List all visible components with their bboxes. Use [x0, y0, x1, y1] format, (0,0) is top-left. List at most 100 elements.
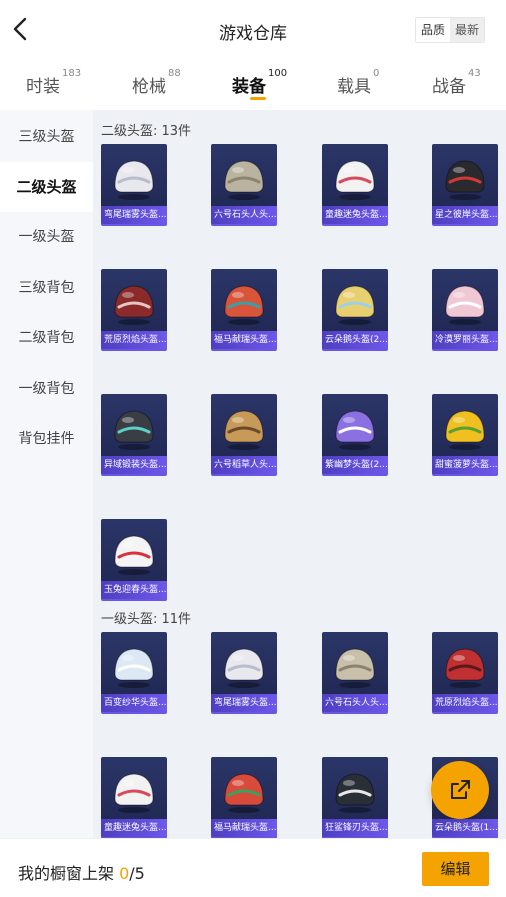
helmet-icon — [224, 648, 264, 688]
item-name: 狂鲨锋刃头盔... — [322, 819, 388, 837]
tab-label: 时装 — [26, 77, 60, 97]
item-card[interactable]: 童趣迷兔头盔... — [101, 757, 167, 837]
helmet-icon — [114, 535, 154, 575]
item-name: 玉兔迎春头盔... — [101, 581, 167, 599]
item-name: 荒原烈焰头盔... — [432, 694, 498, 712]
item-name: 弯尾瑞雾头盔... — [101, 206, 167, 224]
tab-count: 88 — [168, 68, 181, 79]
item-name: 甜蜜菠萝头盔... — [432, 456, 498, 474]
footer: 我的橱窗上架 0/5 编辑 — [0, 838, 506, 897]
item-name: 福马献瑞头盔... — [211, 819, 277, 837]
item-card[interactable]: 甜蜜菠萝头盔... — [432, 394, 498, 474]
showcase-label: 我的橱窗上架 — [18, 864, 120, 883]
showcase-current: 0 — [119, 864, 130, 883]
item-name: 云朵鹅头盔(2... — [322, 331, 388, 349]
tab-equipment[interactable]: 装备100 — [232, 68, 287, 97]
helmet-icon — [224, 285, 264, 325]
helmet-icon — [224, 410, 264, 450]
tab-label: 载具 — [337, 77, 371, 97]
item-card[interactable]: 六号石头人头... — [322, 632, 388, 712]
tab-count: 43 — [468, 68, 481, 79]
item-name: 福马献瑞头盔... — [211, 331, 277, 349]
share-external-icon — [451, 780, 470, 799]
item-card[interactable]: 六号稻草人头... — [211, 394, 277, 474]
item-card[interactable]: 狂鲨锋刃头盔... — [322, 757, 388, 837]
helmet-icon — [445, 410, 485, 450]
tab-label: 装备 — [232, 77, 266, 97]
sidebar-item-level3-backpack[interactable]: 三级背包 — [0, 263, 93, 313]
item-card[interactable]: 荒原烈焰头盔... — [432, 632, 498, 712]
tab-vehicles[interactable]: 载具0 — [337, 68, 379, 97]
item-card[interactable]: 冷漠罗丽头盔... — [432, 269, 498, 349]
item-name: 六号稻草人头... — [211, 456, 277, 474]
item-card[interactable]: 福马献瑞头盔... — [211, 269, 277, 349]
helmet-icon — [335, 410, 375, 450]
helmet-icon — [445, 285, 485, 325]
helmet-icon — [335, 285, 375, 325]
edit-button[interactable]: 编辑 — [422, 852, 489, 886]
category-tabs: 时装183 枪械88 装备100 载具0 战备43 — [0, 62, 506, 108]
tab-count: 0 — [373, 68, 380, 79]
item-name: 六号石头人头... — [211, 206, 277, 224]
item-card[interactable]: 福马献瑞头盔... — [211, 757, 277, 837]
sort-latest-button[interactable]: 最新 — [450, 18, 485, 42]
helmet-icon — [224, 160, 264, 200]
helmet-icon — [445, 160, 485, 200]
item-card[interactable]: 弯尾瑞雾头盔... — [101, 144, 167, 224]
sidebar-item-level2-backpack[interactable]: 二级背包 — [0, 313, 93, 363]
active-tab-indicator — [250, 97, 266, 100]
item-card[interactable]: 星之彼岸头盔... — [432, 144, 498, 224]
item-name: 荒原烈焰头盔... — [101, 331, 167, 349]
helmet-icon — [224, 773, 264, 813]
helmet-icon — [114, 773, 154, 813]
item-card[interactable]: 异域锻装头盔... — [101, 394, 167, 474]
item-name: 云朵鹅头盔(1... — [432, 819, 498, 837]
showcase-total: /5 — [129, 864, 145, 883]
sidebar: 三级头盔 二级头盔 一级头盔 三级背包 二级背包 一级背包 背包挂件 — [0, 110, 93, 838]
item-name: 百变纱华头盔... — [101, 694, 167, 712]
item-name: 冷漠罗丽头盔... — [432, 331, 498, 349]
share-floating-button[interactable] — [431, 761, 489, 819]
item-card[interactable]: 童趣迷兔头盔... — [322, 144, 388, 224]
item-name: 童趣迷兔头盔... — [322, 206, 388, 224]
sidebar-item-level1-backpack[interactable]: 一级背包 — [0, 364, 93, 414]
tab-label: 战备 — [432, 77, 466, 97]
tab-count: 100 — [268, 68, 288, 79]
helmet-icon — [114, 160, 154, 200]
helmet-icon — [335, 773, 375, 813]
sidebar-item-backpack-charm[interactable]: 背包挂件 — [0, 414, 93, 464]
item-name: 异域锻装头盔... — [101, 456, 167, 474]
tab-count: 183 — [62, 68, 82, 79]
showcase-status: 我的橱窗上架 0/5 — [18, 860, 145, 884]
tab-firearms[interactable]: 枪械88 — [132, 68, 181, 97]
item-card[interactable]: 荒原烈焰头盔... — [101, 269, 167, 349]
sort-quality-button[interactable]: 品质 — [416, 18, 451, 42]
section-title-level2: 二级头盔: 13件 — [101, 124, 192, 139]
section-title-level1: 一级头盔: 11件 — [101, 612, 192, 627]
sidebar-item-level2-helmet[interactable]: 二级头盔 — [0, 162, 93, 212]
helmet-icon — [445, 648, 485, 688]
item-card[interactable]: 云朵鹅头盔(2... — [322, 269, 388, 349]
item-name: 紫幽梦头盔(2... — [322, 456, 388, 474]
sidebar-item-level1-helmet[interactable]: 一级头盔 — [0, 212, 93, 262]
item-card[interactable]: 六号石头人头... — [211, 144, 277, 224]
item-card[interactable]: 弯尾瑞雾头盔... — [211, 632, 277, 712]
sidebar-item-level3-helmet[interactable]: 三级头盔 — [0, 112, 93, 162]
helmet-icon — [335, 160, 375, 200]
item-card[interactable]: 百变纱华头盔... — [101, 632, 167, 712]
item-name: 童趣迷兔头盔... — [101, 819, 167, 837]
helmet-icon — [335, 648, 375, 688]
item-name: 星之彼岸头盔... — [432, 206, 498, 224]
item-card[interactable]: 玉兔迎春头盔... — [101, 519, 167, 599]
sort-toggle: 品质 最新 — [415, 17, 486, 43]
item-grid: 二级头盔: 13件 一级头盔: 11件 弯尾瑞雾头盔... 六号石头人头... 童趣… — [93, 110, 506, 838]
header: 游戏仓库 品质 最新 — [0, 0, 506, 60]
item-name: 六号石头人头... — [322, 694, 388, 712]
tab-battle-gear[interactable]: 战备43 — [432, 68, 481, 97]
item-card[interactable]: 紫幽梦头盔(2... — [322, 394, 388, 474]
helmet-icon — [114, 648, 154, 688]
tab-fashion[interactable]: 时装183 — [26, 68, 81, 97]
item-name: 弯尾瑞雾头盔... — [211, 694, 277, 712]
helmet-icon — [114, 285, 154, 325]
helmet-icon — [114, 410, 154, 450]
